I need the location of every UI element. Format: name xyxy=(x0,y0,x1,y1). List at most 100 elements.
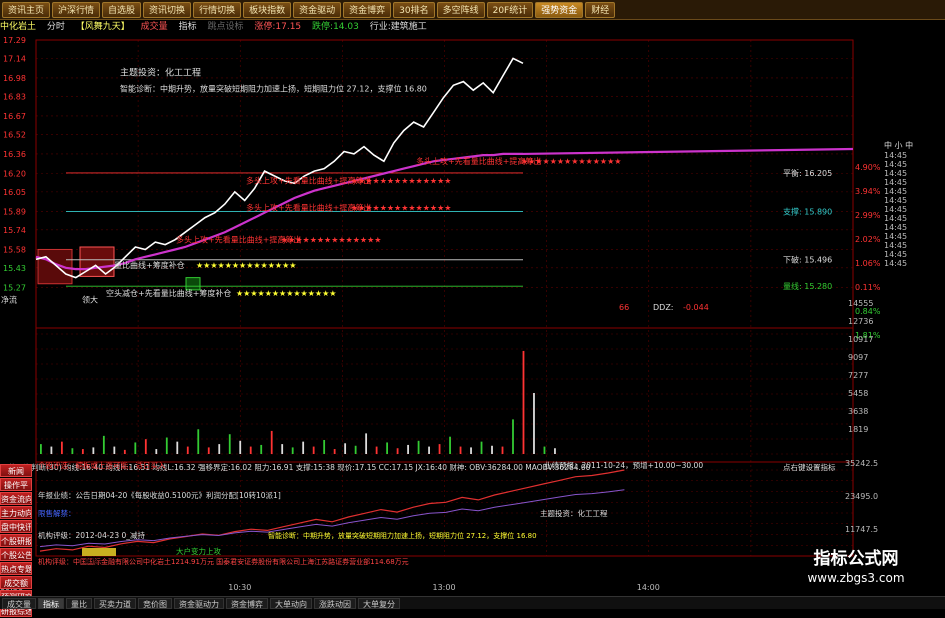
left-button-8[interactable]: 成交额 xyxy=(0,576,32,589)
setting-hint[interactable]: 点右键设置指标 xyxy=(783,462,836,472)
ddz-label: DDZ: xyxy=(653,303,674,312)
left-button-1[interactable]: 操作平 xyxy=(0,478,32,491)
nav-tab-5[interactable]: 板块指数 xyxy=(243,1,292,18)
volume-bar xyxy=(386,442,389,454)
industry: 行业:建筑施工 xyxy=(369,22,427,32)
surge-marker-label: 急拉 xyxy=(84,555,98,564)
pct-tick-label: 2.99% xyxy=(855,211,881,220)
volume-bar xyxy=(50,446,53,454)
nav-tab-7[interactable]: 资金博弈 xyxy=(343,1,392,18)
bottom-tab-5[interactable]: 资金驱动力 xyxy=(174,597,224,609)
nav-tab-3[interactable]: 资讯切换 xyxy=(143,1,192,18)
nav-tab-11[interactable]: 强势资金 xyxy=(535,1,584,18)
chart-grid xyxy=(35,39,854,557)
bottom-tab-8[interactable]: 涨跌动因 xyxy=(314,597,356,609)
nav-tab-12[interactable]: 财经 xyxy=(585,1,616,18)
price-tick-label: 17.29 xyxy=(3,36,26,45)
volume-bar xyxy=(270,430,273,454)
price-tick-label: 16.36 xyxy=(3,150,26,159)
bottom-tab-0[interactable]: 成交量 xyxy=(2,597,36,609)
nav-tab-1[interactable]: 沪深行情 xyxy=(52,1,101,18)
left-button-5[interactable]: 个股研报 xyxy=(0,534,32,547)
bottom-tab-7[interactable]: 大单动向 xyxy=(270,597,312,609)
volume-bar xyxy=(207,447,210,454)
stock-pick-text: 个股评选：缩板或上涨可能，适日买入 xyxy=(38,460,166,470)
volume-bar xyxy=(312,446,315,454)
chart-mode[interactable]: 分时 xyxy=(47,22,65,32)
left-button-2[interactable]: 资金流向 xyxy=(0,492,32,505)
side-time-5: 14:45 xyxy=(884,196,908,205)
nav-tab-0[interactable]: 资讯主页 xyxy=(2,1,51,18)
bottom-tab-4[interactable]: 竞价图 xyxy=(138,597,172,609)
indicator-name[interactable]: 【风舞九天】 xyxy=(76,22,130,32)
bottom-tab-1[interactable]: 指标 xyxy=(38,597,64,609)
percent-axis: 4.90%3.94%2.99%2.02%1.06%0.11%0.84%1.81% xyxy=(855,163,881,340)
price-tick-label: 16.67 xyxy=(3,112,26,121)
bear-signal-label: 空头减仓+先看量比曲线+筹度补仓 xyxy=(106,288,231,298)
lock-release-text: 限售解禁： xyxy=(38,508,76,518)
volume-bar xyxy=(249,446,252,454)
nav-tab-8[interactable]: 30排名 xyxy=(393,1,435,18)
volume-bar xyxy=(470,447,472,454)
volume-bar xyxy=(291,447,294,454)
pct-tick-label: 0.11% xyxy=(855,283,881,292)
volume-bar xyxy=(396,448,399,454)
lower-tick-label: 23495.0 xyxy=(845,492,878,501)
volume-bar xyxy=(522,350,525,454)
side-time-2: 14:45 xyxy=(884,169,908,178)
pct-tick-label: 0.84% xyxy=(855,307,881,316)
nav-tab-2[interactable]: 自选股 xyxy=(102,1,142,18)
pct-tick-label: 2.02% xyxy=(855,235,881,244)
dim-text: 跳点设标 xyxy=(207,22,244,32)
smart-annotation: 智能诊断：中期升势，放量突破短期阻力加速上扬，短期阻力位 27.12，支撑位 1… xyxy=(120,83,427,93)
limit-up: 涨停:17.15 xyxy=(254,22,302,32)
price-tick-label: 15.58 xyxy=(3,245,26,254)
volume-bar xyxy=(323,439,326,454)
bottom-tab-9[interactable]: 大单复分 xyxy=(358,597,400,609)
watermark-brand-a: 指标 xyxy=(813,549,848,569)
volume-tick-label: 10917 xyxy=(848,335,873,344)
big-holder-text: 大户变力上攻 xyxy=(176,546,221,556)
metric-label[interactable]: 指标 xyxy=(179,22,197,32)
volume-bar xyxy=(81,449,84,454)
time-axis: 09:3010:3013:0014:00 xyxy=(0,583,660,592)
limit-down: 跌停:14.03 xyxy=(312,22,359,32)
volume-bar xyxy=(144,439,147,454)
nav-tab-4[interactable]: 行情切换 xyxy=(193,1,242,18)
volume-bar xyxy=(302,441,305,454)
volume-bar xyxy=(165,437,168,454)
side-time-1: 14:45 xyxy=(884,160,908,169)
intraday-chart[interactable]: 17.29 17.14 16.98 16.83 16.67 16.52 16.36 16.20… xyxy=(0,34,883,594)
left-button-4[interactable]: 盘中快讯 xyxy=(0,520,32,533)
bear-signal-label: 量比曲线+筹度补仓 xyxy=(114,260,185,270)
nav-tab-10[interactable]: 20F统计 xyxy=(486,1,534,18)
nav-tab-9[interactable]: 多空阵线 xyxy=(436,1,485,18)
stock-name[interactable]: 中化岩土 xyxy=(0,22,36,32)
volume-bar xyxy=(228,434,231,454)
lower-theme-text: 主题投资：化工工程 xyxy=(540,508,608,518)
signal-box xyxy=(37,248,73,285)
left-button-6[interactable]: 个股公告 xyxy=(0,548,32,561)
left-button-7[interactable]: 热点专题 xyxy=(0,562,32,575)
volume-bar xyxy=(281,444,284,454)
nav-tab-6[interactable]: 资金驱动 xyxy=(293,1,342,18)
lead-label: 领大 xyxy=(82,294,98,304)
price-tick-label: 16.05 xyxy=(3,188,26,197)
left-button-column: 新闻操作平资金流向主力动向盘中快讯个股研报个股公告热点专题成交额预测研究研报综述 xyxy=(0,464,32,618)
left-button-0[interactable]: 新闻 xyxy=(0,464,32,477)
left-button-3[interactable]: 主力动向 xyxy=(0,506,32,519)
volume-tick-label: 1819 xyxy=(848,425,868,434)
lower-tick-label: 35242.5 xyxy=(845,459,878,468)
volume-bar xyxy=(186,446,189,454)
time-tick-label: 14:00 xyxy=(637,583,660,592)
side-time-0: 14:45 xyxy=(884,151,908,160)
bottom-tab-6[interactable]: 资金博弈 xyxy=(226,597,268,609)
pct-tick-label: 4.90% xyxy=(855,163,881,172)
volume-label[interactable]: 成交量 xyxy=(141,22,168,32)
volume-bar xyxy=(354,445,357,454)
bottom-tab-2[interactable]: 量比 xyxy=(66,597,92,609)
volume-bar xyxy=(533,392,535,454)
net-flow-label: 净流 xyxy=(1,294,17,304)
institution-rating-text: 机构评级：2012-04-23 0_减持 xyxy=(38,530,145,540)
bottom-tab-3[interactable]: 买卖力道 xyxy=(94,597,136,609)
